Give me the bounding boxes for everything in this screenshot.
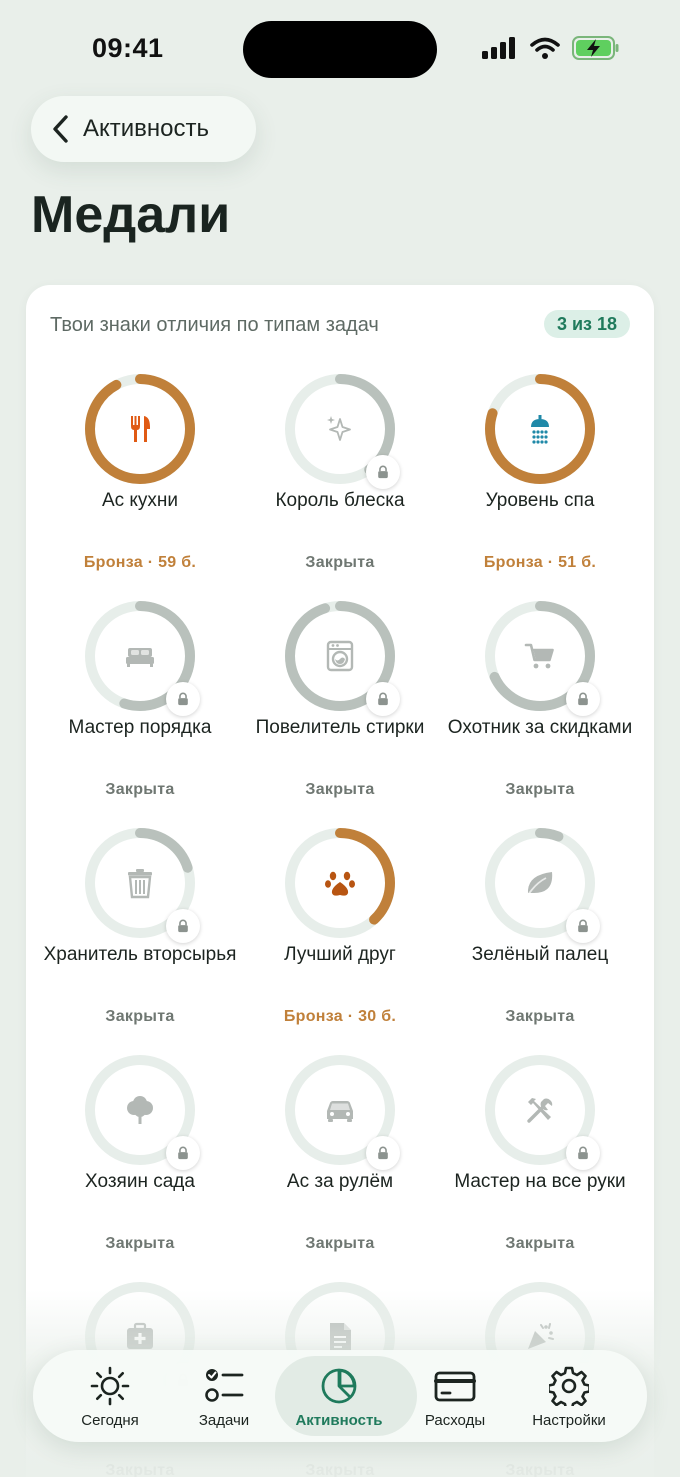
medal-item[interactable]: Охотник за скидками Закрыта	[440, 600, 640, 810]
medal-item[interactable]: Мастер на все руки Закрыта	[440, 1054, 640, 1264]
trash-icon	[124, 867, 156, 899]
chevron-left-icon	[53, 115, 68, 143]
sun-icon	[90, 1366, 130, 1406]
medal-item[interactable]: Мастер порядка Закрыта	[40, 600, 240, 810]
medal-name: Король блеска	[275, 490, 405, 511]
medal-item[interactable]: Ас за рулём Закрыта	[240, 1054, 440, 1264]
bed-icon	[124, 640, 156, 672]
cart-icon	[524, 640, 556, 672]
medal-status: Закрыта	[305, 1462, 375, 1477]
paw-icon	[324, 867, 356, 899]
medal-item[interactable]: Ас кухни Бронза · 59 б.	[40, 373, 240, 583]
medals-count-badge: 3 из 18	[543, 310, 630, 338]
lock-icon	[166, 682, 200, 716]
utensils-icon	[124, 413, 156, 445]
card-subtitle: Твои знаки отличия по типам задач	[50, 314, 379, 336]
medal-status: Бронза · 30 б.	[283, 1008, 397, 1025]
medal-name: Повелитель стирки	[255, 717, 425, 738]
medal-status: Закрыта	[305, 554, 375, 571]
document-icon	[324, 1321, 356, 1353]
medal-name: Ас кухни	[101, 490, 179, 511]
tab-label: Задачи	[198, 1412, 250, 1429]
medal-status: Бронза · 51 б.	[483, 554, 597, 571]
medal-status: Закрыта	[505, 1008, 575, 1025]
medal-name: Зелёный палец	[471, 944, 609, 965]
checklist-icon	[205, 1369, 244, 1402]
medal-status: Закрыта	[505, 1235, 575, 1252]
tab-label: Активность	[295, 1412, 383, 1429]
lock-icon	[566, 909, 600, 943]
medal-status: Закрыта	[105, 781, 175, 798]
medal-name: Уровень спа	[485, 490, 595, 511]
tab-activity[interactable]: Активность	[275, 1350, 417, 1442]
lock-icon	[566, 682, 600, 716]
lock-icon	[566, 1136, 600, 1170]
back-button-label: Активность	[83, 115, 210, 142]
lock-icon	[166, 909, 200, 943]
first-aid-icon	[124, 1321, 156, 1353]
medal-status: Закрыта	[105, 1462, 175, 1477]
status-bar: 09:41	[0, 0, 680, 100]
medal-item[interactable]: Король блеска Закрыта	[240, 373, 440, 583]
medal-status: Закрыта	[505, 781, 575, 798]
tools-icon	[524, 1094, 556, 1126]
tab-settings[interactable]: Настройки	[509, 1350, 629, 1442]
status-time: 09:41	[92, 33, 164, 63]
washing-machine-icon	[324, 640, 356, 672]
lock-icon	[366, 1136, 400, 1170]
tab-label: Сегодня	[81, 1412, 139, 1429]
medal-name: Хранитель вторсырья	[43, 944, 237, 965]
medal-item[interactable]: Лучший друг Бронза · 30 б.	[240, 827, 440, 1037]
pie-chart-icon	[321, 1368, 357, 1404]
medal-name: Лучший друг	[284, 944, 396, 965]
medal-name: Мастер порядка	[68, 717, 212, 738]
tree-icon	[124, 1094, 156, 1126]
leaf-icon	[524, 867, 556, 899]
medals-card: Твои знаки отличия по типам задач 3 из 1…	[26, 285, 654, 1477]
medal-item[interactable]: Зелёный палец Закрыта	[440, 827, 640, 1037]
party-popper-icon	[524, 1321, 556, 1353]
medal-item[interactable]: Повелитель стирки Закрыта	[240, 600, 440, 810]
medal-name: Ас за рулём	[286, 1171, 394, 1192]
tab-label: Расходы	[424, 1412, 486, 1429]
car-icon	[324, 1094, 356, 1126]
wifi-icon	[530, 37, 560, 59]
medal-status: Закрыта	[305, 1235, 375, 1252]
sparkles-icon	[324, 413, 356, 445]
status-icons	[482, 36, 620, 60]
medal-name: Охотник за скидками	[447, 717, 633, 738]
medal-status: Закрыта	[505, 1462, 575, 1477]
medal-status: Закрыта	[105, 1235, 175, 1252]
lock-icon	[366, 682, 400, 716]
back-button[interactable]: Активность	[31, 96, 256, 162]
tab-tasks[interactable]: Задачи	[164, 1350, 284, 1442]
lock-icon	[166, 1136, 200, 1170]
credit-card-icon	[434, 1371, 476, 1402]
tab-today[interactable]: Сегодня	[50, 1350, 170, 1442]
shower-icon	[524, 413, 556, 445]
medal-status: Бронза · 59 б.	[83, 554, 197, 571]
medal-item[interactable]: Хранитель вторсырья Закрыта	[40, 827, 240, 1037]
medal-status: Закрыта	[305, 781, 375, 798]
tab-expenses[interactable]: Расходы	[395, 1350, 515, 1442]
tab-label: Настройки	[532, 1412, 606, 1429]
medal-status: Закрыта	[105, 1008, 175, 1025]
signal-icon	[482, 37, 515, 59]
medal-item[interactable]: Хозяин сада Закрыта	[40, 1054, 240, 1264]
lock-icon	[366, 455, 400, 489]
medal-name: Хозяин сада	[85, 1171, 195, 1192]
medal-item[interactable]: Уровень спа Бронза · 51 б.	[440, 373, 640, 583]
medal-name: Мастер на все руки	[454, 1171, 626, 1192]
page-title: Медали	[31, 186, 231, 244]
dynamic-island	[243, 21, 437, 78]
battery-charging-icon	[572, 36, 619, 60]
tab-bar: Сегодня Задачи Активность Расходы Настро…	[33, 1350, 647, 1442]
gear-icon	[549, 1366, 589, 1406]
